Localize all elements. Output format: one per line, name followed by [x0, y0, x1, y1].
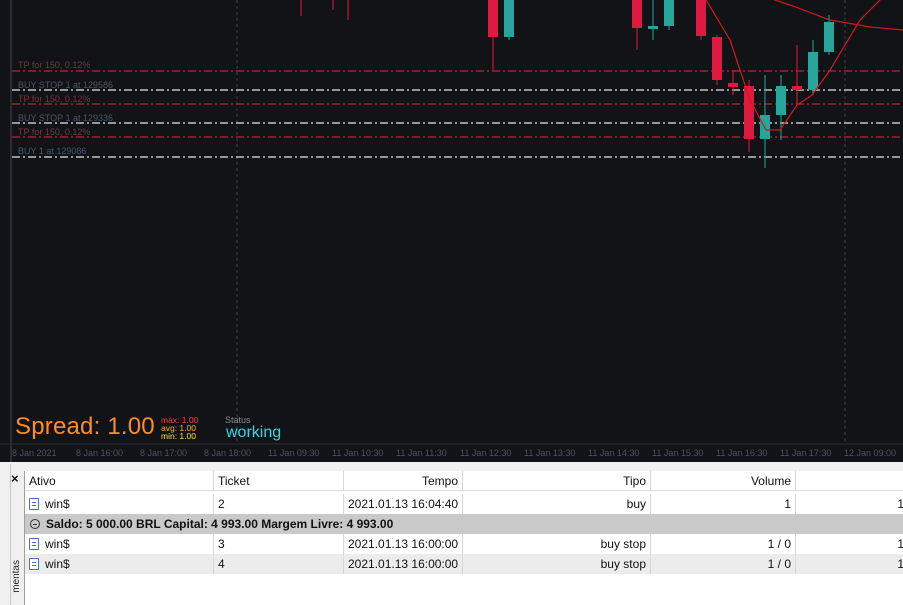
cell-extra: 1 [897, 537, 903, 551]
time-tick: 8 Jan 18:00 [204, 448, 252, 458]
column-header-volume[interactable]: Volume [651, 471, 796, 491]
bullish-candle [824, 22, 834, 52]
time-tick: 11 Jan 10:30 [332, 448, 384, 458]
column-header-tempo[interactable]: Tempo [344, 471, 463, 491]
bullish-candle [504, 0, 514, 37]
bearish-candle [728, 83, 738, 87]
close-icon[interactable]: × [11, 471, 19, 486]
cell-volume: 1 / 0 [651, 554, 796, 574]
cell-volume: 1 [651, 494, 796, 514]
table-row[interactable]: win$ 3 2021.01.13 16:00:00 buy stop 1 / … [25, 534, 903, 554]
document-icon [29, 558, 39, 570]
time-tick: 12 Jan 09:00 [844, 448, 897, 458]
bullish-candle [808, 52, 818, 90]
cell-ativo: win$ [25, 534, 214, 554]
cell-tempo: 2021.01.13 16:00:00 [344, 534, 463, 554]
column-header-tipo[interactable]: Tipo [463, 471, 651, 491]
level-label-tp-1: TP for 150, 0.12% [18, 60, 91, 70]
time-axis: 8 Jan 2021 8 Jan 16:00 8 Jan 17:00 8 Jan… [0, 444, 903, 462]
time-tick: 8 Jan 17:00 [140, 448, 188, 458]
table-header: Ativo Ticket Tempo Tipo Volume [25, 471, 903, 491]
account-summary-text: Saldo: 5 000.00 BRL Capital: 4 993.00 Ma… [46, 517, 394, 531]
time-tick: 8 Jan 2021 [12, 448, 57, 458]
cell-ticket: 2 [214, 494, 344, 514]
document-icon [29, 538, 39, 550]
cell-ativo: win$ [25, 494, 214, 514]
time-tick: 11 Jan 14:30 [588, 448, 640, 458]
bullish-candle [776, 86, 786, 115]
cell-volume: 1 / 0 [651, 534, 796, 554]
cell-tipo: buy stop [463, 554, 651, 574]
cell-tipo: buy [463, 494, 651, 514]
account-summary-row[interactable]: Saldo: 5 000.00 BRL Capital: 4 993.00 Ma… [25, 514, 903, 534]
cell-ativo: win$ [25, 554, 214, 574]
cell-ativo-text: win$ [45, 497, 70, 511]
chart-canvas [0, 0, 903, 462]
cell-ticket: 3 [214, 534, 344, 554]
cell-ticket: 4 [214, 554, 344, 574]
cell-extra: 1 [897, 497, 903, 511]
bullish-candle [648, 26, 658, 29]
level-label-buy: BUY 1 at 129086 [18, 146, 87, 156]
price-chart[interactable]: TP for 150, 0.12% BUY STOP 1 at 129586 T… [0, 0, 903, 462]
cell-tempo: 2021.01.13 16:00:00 [344, 554, 463, 574]
bearish-candle [744, 86, 754, 139]
spread-min: min: 1.00 [161, 431, 196, 441]
column-header-extra [796, 471, 903, 491]
cell-tempo: 2021.01.13 16:04:40 [344, 494, 463, 514]
cell-ativo-text: win$ [45, 557, 70, 571]
time-tick: 11 Jan 17:30 [780, 448, 832, 458]
spread-stats: max: 1.00 avg: 1.00 min: 1.00 [161, 416, 198, 441]
column-header-ativo[interactable]: Ativo [25, 471, 214, 491]
cell-tipo: buy stop [463, 534, 651, 554]
level-label-buy-stop-1: BUY STOP 1 at 129586 [18, 80, 114, 90]
time-tick: 11 Jan 13:30 [524, 448, 576, 458]
bearish-candle [632, 0, 642, 28]
level-label-tp-2: TP for 150, 0.12% [18, 94, 91, 104]
spread-label: Spread: 1.00 [15, 413, 155, 440]
bullish-candle [664, 0, 674, 26]
bearish-candle [696, 0, 706, 36]
status-value: working [226, 424, 282, 441]
level-label-tp-3: TP for 150, 0.12% [18, 127, 91, 137]
time-tick: 11 Jan 09:30 [268, 448, 320, 458]
time-tick: 11 Jan 15:30 [652, 448, 704, 458]
time-tick: 11 Jan 16:30 [716, 448, 768, 458]
moving-average-line [705, 0, 881, 131]
bearish-candle [792, 86, 802, 90]
bearish-candle [488, 0, 498, 37]
cell-extra: 1 [897, 557, 903, 571]
collapse-icon[interactable] [30, 519, 40, 529]
level-label-buy-stop-2: BUY STOP 1 at 129336 [18, 113, 114, 123]
toolbox-vertical-label: mentas [11, 560, 22, 593]
cell-ativo-text: win$ [45, 537, 70, 551]
time-tick: 11 Jan 12:30 [460, 448, 512, 458]
table-row[interactable]: win$ 4 2021.01.13 16:00:00 buy stop 1 / … [25, 554, 903, 574]
bearish-candle [712, 37, 722, 80]
trade-table: Ativo Ticket Tempo Tipo Volume win$ 2 20… [24, 471, 903, 605]
document-icon [29, 498, 39, 510]
time-tick: 8 Jan 16:00 [76, 448, 124, 458]
column-header-ticket[interactable]: Ticket [214, 471, 344, 491]
table-row[interactable]: win$ 2 2021.01.13 16:04:40 buy 1 1 [25, 494, 903, 514]
time-tick: 11 Jan 11:30 [396, 448, 447, 458]
